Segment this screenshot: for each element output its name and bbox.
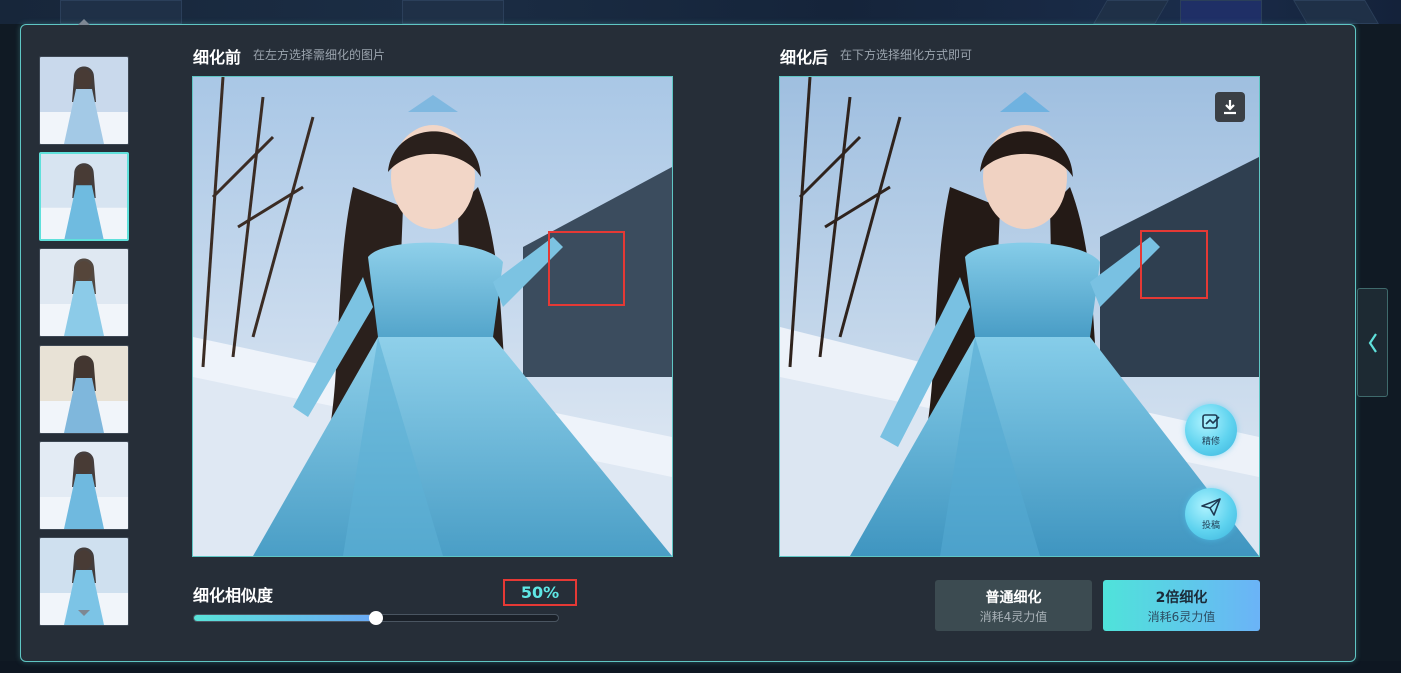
- slider-handle[interactable]: [369, 611, 383, 625]
- post-label: 投稿: [1201, 521, 1220, 531]
- before-hint: 在左方选择需细化的图片: [253, 48, 386, 62]
- thumbnail-image: [40, 57, 128, 144]
- thumbnail-image: [40, 442, 128, 529]
- chevron-left-icon: [1368, 332, 1377, 353]
- thumbnail-image: [40, 346, 128, 433]
- highlight-box-before: [548, 231, 625, 306]
- similarity-slider[interactable]: [193, 611, 559, 625]
- banner-tile: [1093, 0, 1169, 24]
- normal-refine-cost: 消耗4灵力值: [979, 609, 1048, 624]
- refine-button[interactable]: 精修: [1185, 404, 1237, 456]
- thumbnail-item[interactable]: [39, 248, 129, 337]
- banner-tile: [1293, 0, 1379, 24]
- after-image-art: [780, 77, 1259, 556]
- banner-tile: [402, 0, 504, 24]
- after-hint: 在下方选择细化方式即可: [840, 48, 973, 62]
- banner-tile: [1180, 0, 1262, 24]
- thumbnail-item[interactable]: [39, 152, 129, 241]
- post-button[interactable]: 投稿: [1185, 488, 1237, 540]
- thumbnail-item[interactable]: [39, 441, 129, 530]
- refine-icon: [1202, 414, 1220, 429]
- chevron-down-icon[interactable]: [78, 610, 90, 616]
- download-button[interactable]: [1215, 92, 1245, 122]
- thumbnail-item[interactable]: [39, 345, 129, 434]
- bottom-strip: [0, 661, 1401, 673]
- download-icon: [1224, 100, 1236, 115]
- highlight-box-after: [1140, 230, 1208, 299]
- double-refine-button[interactable]: 2倍细化 消耗6灵力值: [1103, 580, 1260, 631]
- slider-fill: [194, 615, 376, 621]
- after-image: [779, 76, 1260, 557]
- double-refine-cost: 消耗6灵力值: [1147, 609, 1216, 624]
- normal-refine-button[interactable]: 普通细化 消耗4灵力值: [935, 580, 1092, 631]
- before-title: 细化前: [193, 48, 242, 67]
- refine-label: 精修: [1201, 437, 1220, 447]
- send-icon: [1201, 498, 1221, 516]
- normal-refine-title: 普通细化: [985, 589, 1042, 606]
- double-refine-title: 2倍细化: [1155, 589, 1208, 606]
- collapse-panel-tab[interactable]: [1357, 288, 1388, 397]
- similarity-value: 50%: [503, 579, 577, 606]
- before-image-art: [193, 77, 672, 556]
- thumbnail-item[interactable]: [39, 56, 129, 145]
- thumbnail-image: [40, 249, 128, 336]
- chevron-up-icon[interactable]: [78, 19, 90, 25]
- before-image: [192, 76, 673, 557]
- top-banner: [0, 0, 1401, 24]
- after-title: 细化后: [780, 48, 829, 67]
- similarity-label: 细化相似度: [193, 586, 274, 605]
- thumbnail-image: [41, 154, 127, 239]
